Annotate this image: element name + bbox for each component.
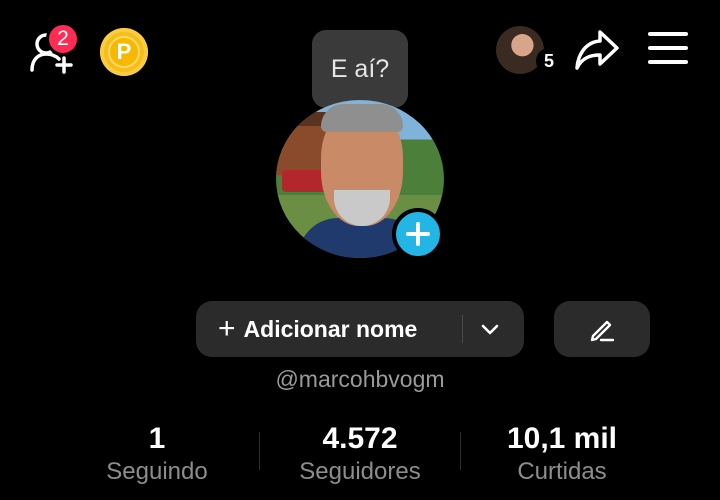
notification-badge: 2 (46, 22, 80, 56)
stat-label: Seguindo (106, 458, 208, 485)
add-name-button[interactable]: + Adicionar nome (196, 301, 524, 357)
note-bubble[interactable]: E aí? (312, 30, 408, 108)
stat-divider (259, 432, 260, 470)
stat-followers[interactable]: 4.572 Seguidores (280, 422, 440, 486)
add-name-label: Adicionar nome (243, 315, 418, 342)
share-icon (575, 30, 619, 70)
add-name-label-group: + Adicionar nome (218, 314, 417, 344)
stat-value: 10,1 mil (506, 422, 618, 455)
stat-label: Curtidas (517, 458, 607, 485)
plus-icon: + (218, 312, 236, 345)
chevron-down-icon[interactable] (480, 319, 500, 339)
pencil-icon (590, 320, 615, 342)
stat-label: Seguidores (299, 458, 421, 485)
plus-icon (406, 222, 430, 246)
username: @marcohbvogm (275, 366, 445, 392)
add-friends-button[interactable]: 2 (24, 22, 82, 74)
note-text: E aí? (330, 54, 390, 83)
stat-following[interactable]: 1 Seguindo (82, 422, 232, 486)
share-button[interactable] (574, 28, 620, 77)
edit-profile-button[interactable] (554, 301, 650, 357)
stat-value: 1 (148, 422, 166, 455)
button-divider (462, 315, 463, 343)
stat-value: 4.572 (322, 422, 398, 455)
add-story-button[interactable] (392, 208, 444, 260)
stat-divider (460, 432, 461, 470)
coin-icon: P (108, 36, 140, 68)
coins-button[interactable]: P (100, 28, 148, 76)
menu-button[interactable] (648, 32, 688, 66)
hamburger-icon (648, 32, 688, 64)
story-viewers-count: 5 (536, 48, 562, 74)
stat-likes[interactable]: 10,1 mil Curtidas (482, 422, 642, 486)
